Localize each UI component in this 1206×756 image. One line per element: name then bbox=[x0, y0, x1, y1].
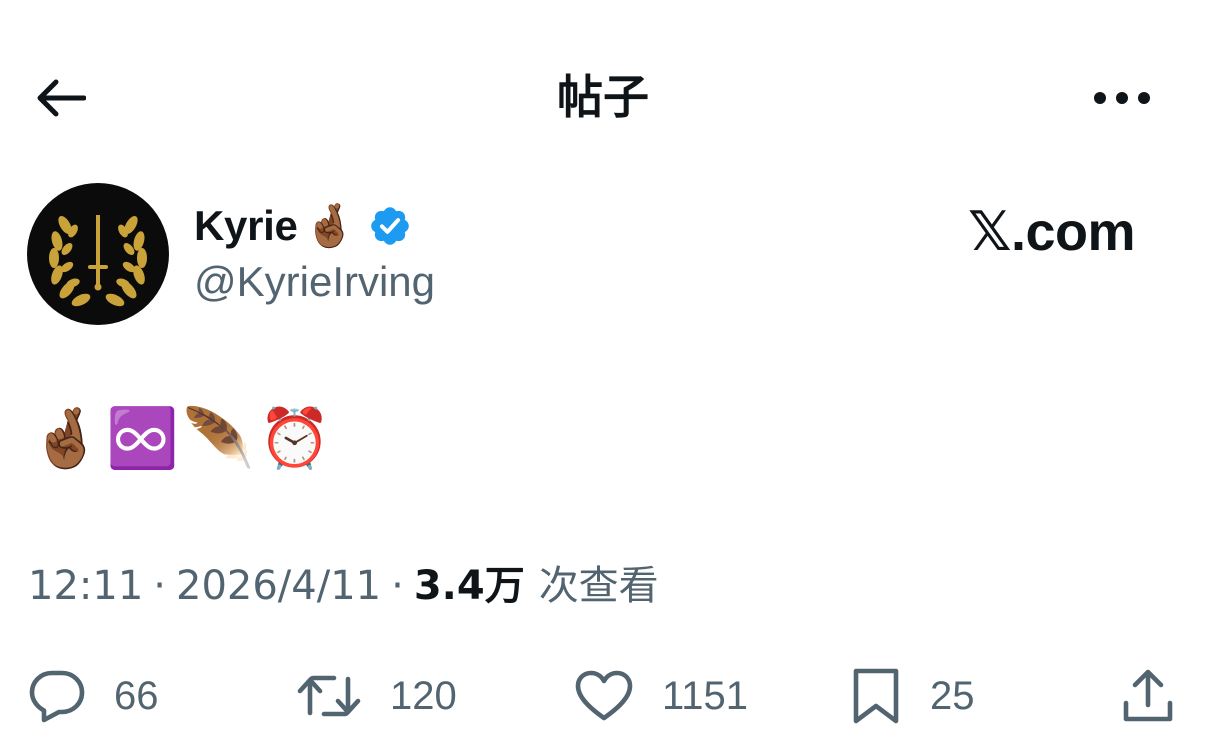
like-button[interactable]: 1151 bbox=[574, 664, 748, 728]
verified-badge-icon bbox=[371, 207, 409, 245]
views-count[interactable]: 3.4万 bbox=[414, 560, 525, 612]
more-options-button[interactable] bbox=[1088, 80, 1156, 116]
like-count: 1151 bbox=[662, 673, 749, 718]
reply-count: 66 bbox=[114, 673, 159, 718]
avatar[interactable] bbox=[27, 183, 169, 325]
author-name[interactable]: Kyrie bbox=[194, 202, 298, 250]
bookmark-count: 25 bbox=[930, 673, 975, 718]
meta-separator: · bbox=[153, 563, 166, 609]
bookmark-icon bbox=[853, 668, 899, 724]
heart-icon bbox=[575, 670, 633, 721]
reply-icon bbox=[29, 670, 85, 723]
retweet-icon bbox=[297, 675, 361, 717]
tweet-meta: 12:11 · 2026/4/11 · 3.4万 次查看 bbox=[28, 560, 659, 612]
laurel-wreath-sword-icon bbox=[49, 215, 147, 307]
share-button[interactable] bbox=[1120, 664, 1176, 728]
author-handle[interactable]: @KyrieIrving bbox=[194, 258, 435, 306]
bookmark-button[interactable]: 25 bbox=[850, 664, 975, 728]
tweet-text: 🤞🏾♾️🪶⏰ bbox=[30, 404, 335, 472]
page-title: 帖子 bbox=[557, 70, 649, 124]
retweet-count: 120 bbox=[390, 673, 457, 718]
retweet-button[interactable]: 120 bbox=[296, 664, 457, 728]
more-horizontal-icon bbox=[1094, 92, 1150, 104]
share-upload-icon bbox=[1123, 669, 1173, 722]
tweet-date[interactable]: 2026/4/11 bbox=[176, 560, 381, 612]
views-label: 次查看 bbox=[538, 563, 659, 609]
crossed-fingers-emoji: 🤞🏾 bbox=[303, 202, 356, 249]
author-name-row: Kyrie 🤞🏾 bbox=[194, 196, 412, 256]
reply-button[interactable]: 66 bbox=[28, 664, 159, 728]
brand-watermark: 𝕏.com bbox=[968, 202, 1136, 262]
meta-separator: · bbox=[391, 563, 404, 609]
tweet-time[interactable]: 12:11 bbox=[28, 560, 143, 612]
